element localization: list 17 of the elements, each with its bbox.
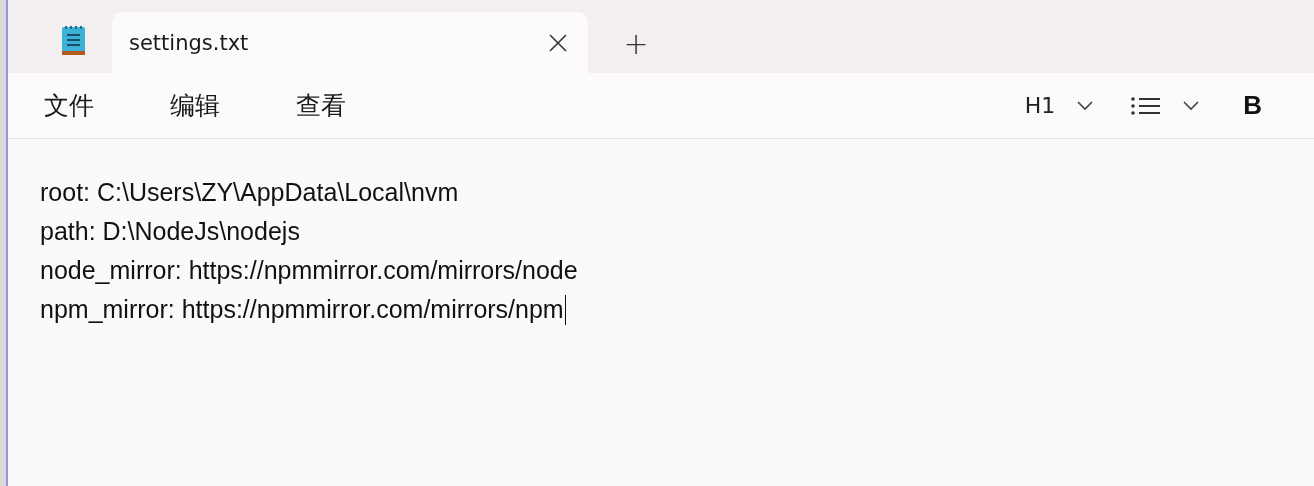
text-line: node_mirror: https://npmmirror.com/mirrors/node [40,255,578,286]
new-tab-button[interactable]: + [616,21,656,65]
notepad-icon [60,23,86,56]
text-line: path: D:\NodeJs\nodejs [40,216,300,247]
list-icon [1131,96,1162,115]
text-cursor [564,294,567,325]
chevron-down-icon [1077,100,1094,111]
menu-item[interactable]: 文件 [26,89,112,122]
heading-dropdown[interactable]: H1 [1024,93,1094,118]
list-dropdown[interactable] [1131,96,1200,115]
menu-item[interactable]: 查看 [278,89,364,122]
text-line: npm_mirror: https://npmmirror.com/mirrors/npm [40,294,564,325]
text-line: root: C:\Users\ZY\AppData\Local\nvm [40,177,459,208]
document-tab[interactable]: settings.txt [112,12,588,73]
bold-button[interactable]: B [1243,90,1262,121]
chevron-down-icon [1183,100,1200,111]
menu-item[interactable]: 编辑 [152,89,238,122]
